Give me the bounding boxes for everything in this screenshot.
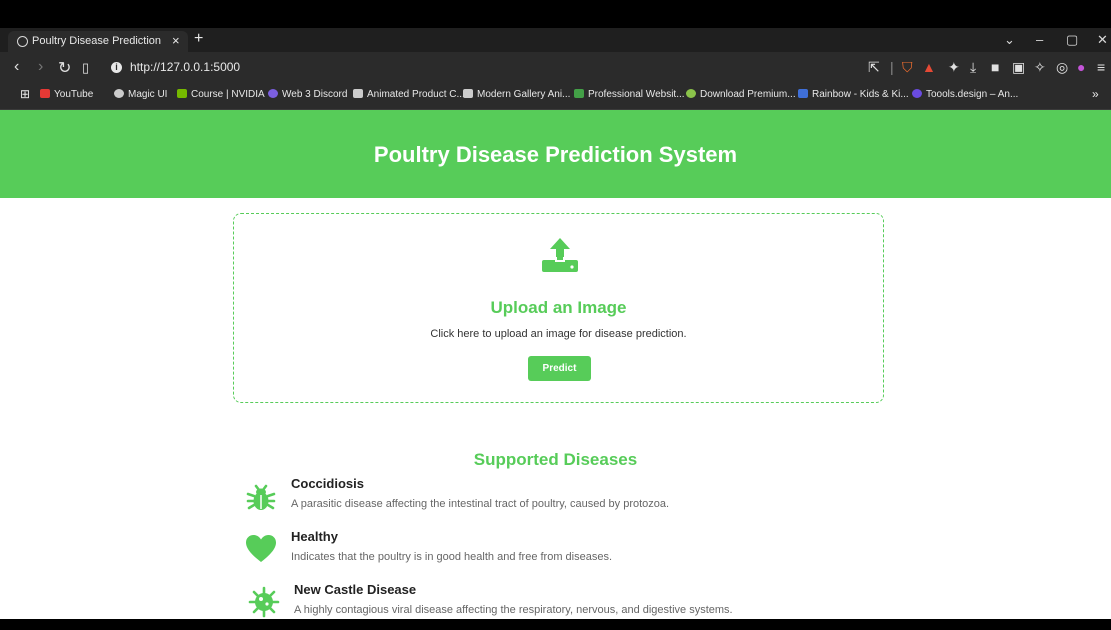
- bookmark-web3-discord[interactable]: Web 3 Discord: [268, 89, 347, 100]
- bookmark-label: Toools.design – An...: [926, 89, 1019, 100]
- disease-item-coccidiosis: Coccidiosis A parasitic disease affectin…: [245, 476, 845, 524]
- disease-name: Coccidiosis: [291, 476, 364, 491]
- url-field[interactable]: http://127.0.0.1:5000: [130, 60, 240, 74]
- bookmark-professional-website[interactable]: Professional Websit...: [574, 89, 685, 100]
- new-tab-button[interactable]: +: [194, 30, 203, 48]
- bookmark-magic-ui[interactable]: Magic UI: [114, 89, 167, 100]
- upload-dropzone[interactable]: Upload an Image Click here to upload an …: [233, 213, 884, 403]
- apps-grid-icon[interactable]: ⊞: [20, 87, 30, 101]
- back-icon[interactable]: ‹: [14, 58, 19, 76]
- upload-description: Click here to upload an image for diseas…: [430, 328, 687, 340]
- bookmark-nvidia[interactable]: Course | NVIDIA: [177, 89, 265, 100]
- toools-icon: [912, 89, 922, 98]
- upload-icon: [542, 238, 578, 272]
- bookmark-label: Rainbow - Kids & Ki...: [812, 89, 909, 100]
- disease-description: Indicates that the poultry is in good he…: [291, 551, 613, 563]
- bookmark-label: Animated Product C...: [367, 89, 465, 100]
- forward-icon[interactable]: ›: [38, 58, 43, 76]
- supported-diseases-title: Supported Diseases: [473, 450, 638, 469]
- extensions-icon[interactable]: ✦: [948, 59, 960, 76]
- bookmarks-overflow-button[interactable]: »: [1092, 87, 1099, 101]
- reload-icon[interactable]: ↻: [58, 58, 71, 78]
- bug-icon: [246, 484, 276, 510]
- bookmark-icon[interactable]: ▯: [82, 60, 89, 76]
- address-bar-row: ‹ › ↻ ▯ i http://127.0.0.1:5000 ⇱ | ⛉ ▲ …: [0, 52, 1111, 83]
- tab-close-button[interactable]: ×: [172, 33, 180, 48]
- youtube-icon: [40, 89, 50, 98]
- tab-strip: Poultry Disease Prediction × + ⌄ – ▢ ✕: [0, 28, 1111, 52]
- upload-title: Upload an Image: [490, 298, 627, 317]
- bookmark-download-premium[interactable]: Download Premium...: [686, 89, 796, 100]
- website-icon: [574, 89, 584, 98]
- disease-name: Healthy: [291, 529, 338, 544]
- bookmarks-bar: ⊞ YouTube Magic UI Course | NVIDIA Web 3…: [0, 83, 1111, 110]
- nvidia-icon: [177, 89, 187, 98]
- minimize-button[interactable]: –: [1036, 32, 1043, 47]
- bookmark-toools-design[interactable]: Toools.design – An...: [912, 89, 1018, 100]
- codepen-icon: [463, 89, 473, 98]
- page-header: Poultry Disease Prediction System: [0, 110, 1111, 198]
- bookmark-label: Magic UI: [128, 89, 168, 100]
- rainbow-icon: [798, 89, 808, 98]
- leaf-icon: [686, 89, 696, 98]
- bookmark-label: Professional Websit...: [588, 89, 685, 100]
- menu-icon[interactable]: ≡: [1097, 59, 1105, 75]
- brave-shield-icon[interactable]: ⛉: [902, 59, 913, 76]
- web-page: Poultry Disease Prediction System Upload…: [0, 110, 1111, 619]
- predict-button[interactable]: Predict: [528, 356, 591, 381]
- bookmark-rainbow[interactable]: Rainbow - Kids & Ki...: [798, 89, 909, 100]
- bookmark-label: Web 3 Discord: [282, 89, 348, 100]
- site-info-icon[interactable]: i: [111, 62, 122, 73]
- brave-rewards-icon[interactable]: ▲: [922, 59, 936, 75]
- disease-item-new-castle: New Castle Disease A highly contagious v…: [248, 582, 848, 619]
- disease-description: A parasitic disease affecting the intest…: [291, 498, 670, 510]
- share-icon[interactable]: ⇱: [868, 59, 880, 76]
- browser-tab[interactable]: Poultry Disease Prediction ×: [8, 31, 188, 52]
- leo-icon[interactable]: ✧: [1034, 59, 1046, 76]
- codepen-icon: [353, 89, 363, 98]
- bookmark-animated-product[interactable]: Animated Product C...: [353, 89, 465, 100]
- bookmark-youtube[interactable]: YouTube: [40, 89, 93, 100]
- divider: |: [890, 59, 894, 75]
- disease-name: New Castle Disease: [294, 582, 417, 597]
- download-icon[interactable]: ⤓: [970, 59, 976, 76]
- bookmark-label: Modern Gallery Ani...: [477, 89, 571, 100]
- wallet-icon[interactable]: ▣: [1012, 59, 1025, 76]
- profile-avatar[interactable]: ●: [1077, 59, 1085, 75]
- bookmark-modern-gallery[interactable]: Modern Gallery Ani...: [463, 89, 570, 100]
- magic-ui-icon: [114, 89, 124, 98]
- restore-button[interactable]: ▢: [1066, 32, 1078, 48]
- bookmark-label: Course | NVIDIA: [191, 89, 265, 100]
- heart-icon: [246, 535, 276, 562]
- page-title: Poultry Disease Prediction System: [373, 142, 738, 167]
- disease-item-healthy: Healthy Indicates that the poultry is in…: [245, 529, 845, 577]
- bottom-black-bar: [0, 619, 1111, 630]
- discord-icon: [268, 89, 278, 98]
- tab-title: Poultry Disease Prediction: [32, 35, 162, 47]
- virus-icon: [248, 586, 280, 618]
- bookmark-label: Download Premium...: [700, 89, 796, 100]
- tab-search-button[interactable]: ⌄: [1004, 32, 1015, 48]
- close-window-button[interactable]: ✕: [1097, 32, 1108, 48]
- top-black-bar: [0, 0, 1111, 28]
- globe-icon: [17, 36, 28, 47]
- disease-description: A highly contagious viral disease affect…: [294, 604, 733, 616]
- sidebar-icon[interactable]: ■: [991, 59, 999, 75]
- vpn-icon[interactable]: ◎: [1056, 59, 1068, 76]
- bookmark-label: YouTube: [54, 89, 94, 100]
